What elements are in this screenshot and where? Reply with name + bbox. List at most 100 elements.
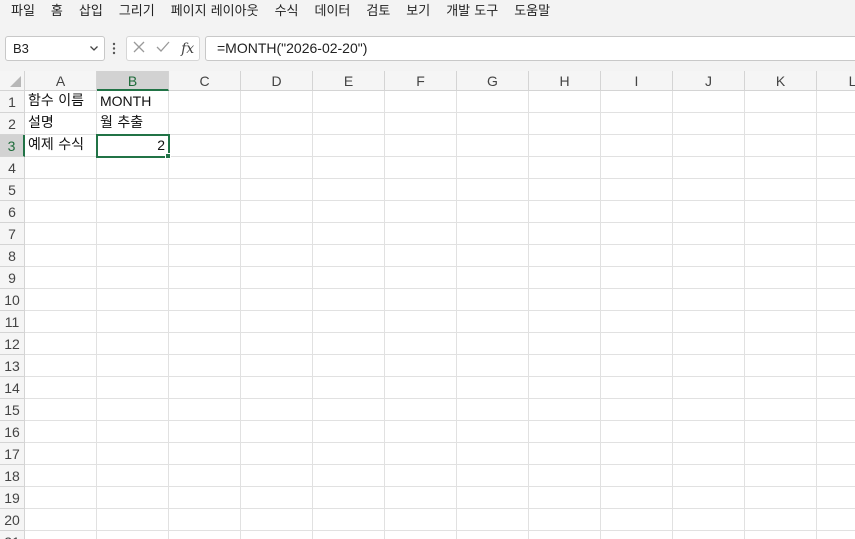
cell-h14[interactable] [529,377,601,399]
menu-item-2[interactable]: 삽입 [71,0,111,26]
cell-b13[interactable] [97,355,169,377]
cell-h17[interactable] [529,443,601,465]
cell-g5[interactable] [457,179,529,201]
column-header-j[interactable]: J [673,71,745,91]
cell-i15[interactable] [601,399,673,421]
cell-d11[interactable] [241,311,313,333]
cell-a13[interactable] [25,355,97,377]
cell-j17[interactable] [673,443,745,465]
cell-f2[interactable] [385,113,457,135]
row-header-8[interactable]: 8 [0,245,25,267]
cell-b21[interactable] [97,531,169,539]
cell-f9[interactable] [385,267,457,289]
cell-g12[interactable] [457,333,529,355]
cell-j21[interactable] [673,531,745,539]
cell-f8[interactable] [385,245,457,267]
cell-a14[interactable] [25,377,97,399]
cell-d21[interactable] [241,531,313,539]
cell-e16[interactable] [313,421,385,443]
cell-a20[interactable] [25,509,97,531]
cell-l14[interactable] [817,377,855,399]
cell-g3[interactable] [457,135,529,157]
cell-b4[interactable] [97,157,169,179]
cell-g17[interactable] [457,443,529,465]
cell-g7[interactable] [457,223,529,245]
cell-j14[interactable] [673,377,745,399]
cell-j10[interactable] [673,289,745,311]
cell-c16[interactable] [169,421,241,443]
cell-a19[interactable] [25,487,97,509]
row-header-6[interactable]: 6 [0,201,25,223]
cell-j18[interactable] [673,465,745,487]
cell-k8[interactable] [745,245,817,267]
row-header-17[interactable]: 17 [0,443,25,465]
cell-l12[interactable] [817,333,855,355]
cell-e13[interactable] [313,355,385,377]
cell-e12[interactable] [313,333,385,355]
cell-j2[interactable] [673,113,745,135]
cell-h18[interactable] [529,465,601,487]
cell-l2[interactable] [817,113,855,135]
cell-d12[interactable] [241,333,313,355]
cell-h6[interactable] [529,201,601,223]
cell-i13[interactable] [601,355,673,377]
cell-k11[interactable] [745,311,817,333]
cell-d2[interactable] [241,113,313,135]
insert-function-button[interactable]: fx [181,41,194,57]
cell-j6[interactable] [673,201,745,223]
cell-l18[interactable] [817,465,855,487]
column-header-h[interactable]: H [529,71,601,91]
cell-e5[interactable] [313,179,385,201]
cell-d18[interactable] [241,465,313,487]
cell-i16[interactable] [601,421,673,443]
cell-g15[interactable] [457,399,529,421]
cell-e17[interactable] [313,443,385,465]
cell-b11[interactable] [97,311,169,333]
cell-g6[interactable] [457,201,529,223]
cell-c6[interactable] [169,201,241,223]
cell-i14[interactable] [601,377,673,399]
cell-k4[interactable] [745,157,817,179]
cell-j13[interactable] [673,355,745,377]
select-all-corner[interactable] [0,71,25,91]
cell-f7[interactable] [385,223,457,245]
cell-h7[interactable] [529,223,601,245]
cell-d8[interactable] [241,245,313,267]
menu-item-0[interactable]: 파일 [0,0,43,26]
cell-g2[interactable] [457,113,529,135]
cell-c15[interactable] [169,399,241,421]
row-header-2[interactable]: 2 [0,113,25,135]
cell-h20[interactable] [529,509,601,531]
cell-a7[interactable] [25,223,97,245]
cell-f21[interactable] [385,531,457,539]
cell-e10[interactable] [313,289,385,311]
cell-l20[interactable] [817,509,855,531]
cell-c18[interactable] [169,465,241,487]
cell-b5[interactable] [97,179,169,201]
cell-i9[interactable] [601,267,673,289]
cell-l11[interactable] [817,311,855,333]
column-header-b[interactable]: B [97,71,169,91]
cell-f4[interactable] [385,157,457,179]
cell-c11[interactable] [169,311,241,333]
cell-j3[interactable] [673,135,745,157]
cell-l7[interactable] [817,223,855,245]
cell-k9[interactable] [745,267,817,289]
cell-d14[interactable] [241,377,313,399]
cell-g18[interactable] [457,465,529,487]
cell-g19[interactable] [457,487,529,509]
cell-e21[interactable] [313,531,385,539]
cell-h13[interactable] [529,355,601,377]
cell-e9[interactable] [313,267,385,289]
cell-d20[interactable] [241,509,313,531]
cell-h2[interactable] [529,113,601,135]
cell-k15[interactable] [745,399,817,421]
cell-c17[interactable] [169,443,241,465]
cell-f17[interactable] [385,443,457,465]
column-header-e[interactable]: E [313,71,385,91]
cell-j4[interactable] [673,157,745,179]
cell-l9[interactable] [817,267,855,289]
cell-e3[interactable] [313,135,385,157]
cell-b7[interactable] [97,223,169,245]
cell-g4[interactable] [457,157,529,179]
